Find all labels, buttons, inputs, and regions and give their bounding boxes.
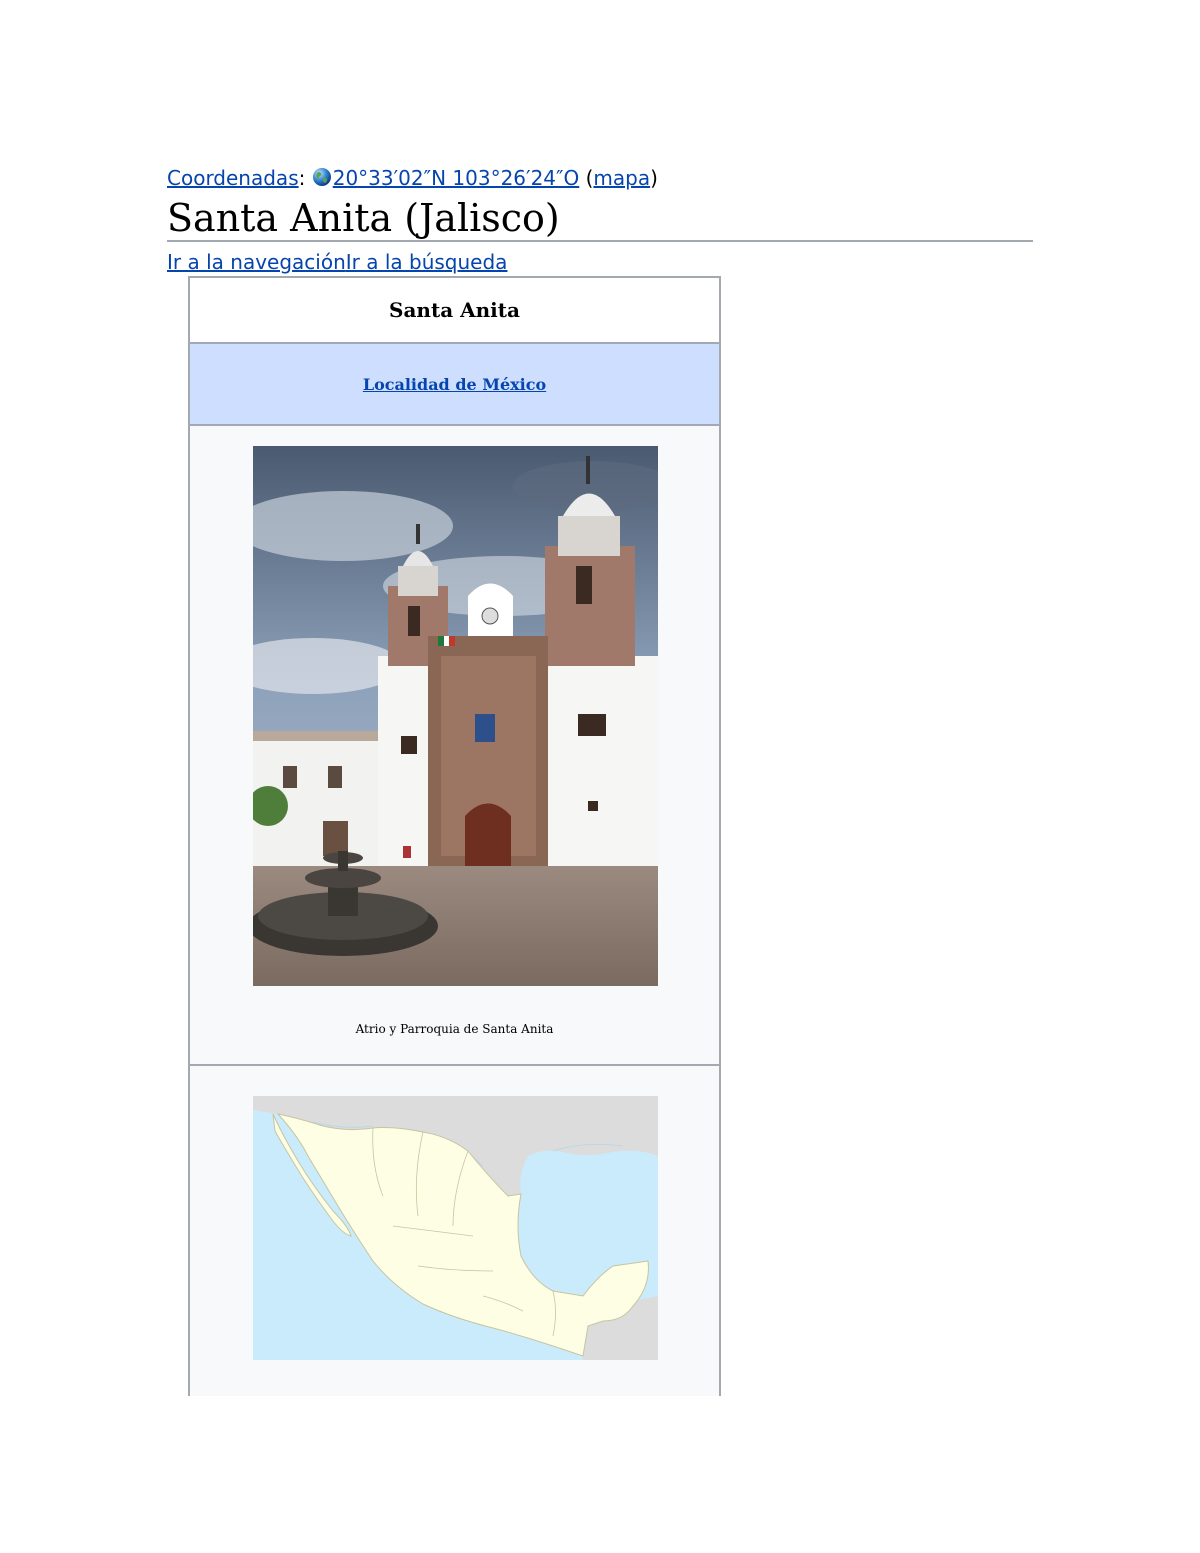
coordinates-value-link[interactable]: 20°33′02″N 103°26′24″O (333, 166, 580, 190)
infobox: Santa Anita Localidad de México Atrio y … (188, 276, 721, 1396)
photo-caption: Atrio y Parroquia de Santa Anita (355, 1022, 554, 1036)
infobox-photo-cell: Atrio y Parroquia de Santa Anita (190, 426, 719, 1066)
skip-to-search-link[interactable]: Ir a la búsqueda (346, 250, 508, 274)
map-link[interactable]: mapa (593, 166, 650, 190)
infobox-map-cell (190, 1066, 719, 1396)
paren-close: ) (650, 166, 658, 190)
skip-links: Ir a la navegaciónIr a la búsqueda (167, 250, 507, 274)
page-title: Santa Anita (Jalisco) (167, 192, 1033, 242)
skip-to-navigation-link[interactable]: Ir a la navegación (167, 250, 346, 274)
globe-icon (312, 168, 331, 186)
locality-type-link[interactable]: Localidad de México (363, 375, 546, 394)
paren-open: ( (579, 166, 594, 190)
infobox-title: Santa Anita (190, 278, 719, 344)
infobox-subheader: Localidad de México (190, 344, 719, 426)
coordinates-colon: : (298, 166, 306, 190)
mexico-location-map[interactable] (253, 1096, 658, 1360)
coordinates-link[interactable]: Coordenadas (167, 166, 299, 190)
church-photo[interactable] (253, 446, 658, 986)
coordinates-line: Coordenadas: 20°33′02″N 103°26′24″O (map… (167, 166, 658, 190)
